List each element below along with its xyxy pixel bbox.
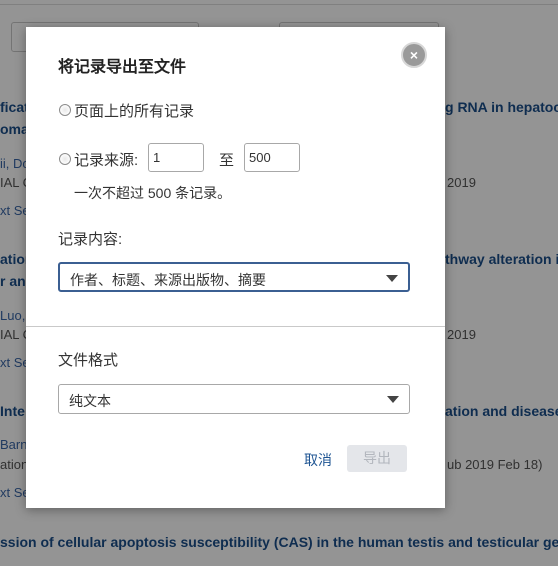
format-select[interactable]: 纯文本	[58, 384, 410, 414]
content-label: 记录内容:	[58, 231, 123, 248]
range-to-label: 至	[219, 152, 235, 169]
section-divider	[26, 326, 445, 327]
dialog-title: 将记录导出至文件	[58, 59, 187, 76]
radio-all-records[interactable]	[59, 104, 71, 116]
content-select[interactable]: 作者、标题、来源出版物、摘要	[58, 262, 410, 292]
format-select-value: 纯文本	[69, 393, 111, 409]
chevron-down-icon	[387, 396, 399, 403]
range-to-input[interactable]: 500	[244, 143, 300, 172]
format-label: 文件格式	[58, 352, 119, 369]
cancel-button[interactable]: 取消	[304, 450, 332, 470]
content-select-value: 作者、标题、来源出版物、摘要	[70, 272, 266, 288]
option-range-label[interactable]: 记录来源:	[74, 149, 138, 170]
chevron-down-icon	[386, 275, 398, 282]
range-note: 一次不超过 500 条记录。	[74, 185, 232, 201]
range-from-input[interactable]: 1	[148, 143, 204, 172]
radio-record-range[interactable]	[59, 153, 71, 165]
option-all-label[interactable]: 页面上的所有记录	[74, 100, 194, 121]
export-button[interactable]: 导出	[347, 445, 407, 472]
export-dialog: 将记录导出至文件 × 页面上的所有记录 记录来源: 1 至 500 一次不超过 …	[26, 27, 445, 508]
close-icon[interactable]: ×	[401, 42, 427, 68]
